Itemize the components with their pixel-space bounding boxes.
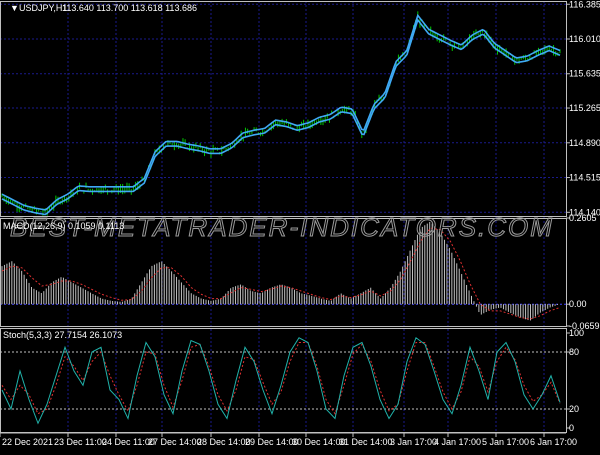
time-label: 6 Jan 17:00 — [530, 437, 577, 447]
ohlc-readout: 113.640 113.700 113.618 113.686 — [62, 3, 197, 13]
y-tick-label: 20 — [569, 404, 579, 414]
time-label: 4 Jan 17:00 — [434, 437, 481, 447]
y-tick-label: 0.2605 — [569, 213, 597, 223]
time-label: 30 Dec 14:00 — [292, 437, 346, 447]
panel-frame — [0, 1, 567, 217]
time-label: 3 Jan 17:00 — [390, 437, 437, 447]
stoch-label: Stoch(5,3,3) 27.7154 26.1073 — [3, 330, 122, 340]
y-tick-label: 114.890 — [569, 138, 600, 148]
macd-label: MACD(12,26,9) 0.1059 0.1113 — [3, 221, 124, 231]
y-tick-label: 116.010 — [569, 34, 600, 44]
symbol-label: USDJPY,H1 — [19, 3, 67, 13]
time-label: 28 Dec 14:00 — [197, 437, 251, 447]
y-tick-label: 0.00 — [569, 299, 587, 309]
time-label: 29 Dec 14:00 — [245, 437, 299, 447]
stoch-signal-line — [1, 342, 561, 415]
y-tick-label: 116.385 — [569, 0, 600, 9]
time-label: 22 Dec 2021 — [2, 437, 53, 447]
stoch-main-line — [1, 336, 561, 425]
time-label: 27 Dec 14:00 — [148, 437, 202, 447]
time-label: 23 Dec 11:00 — [54, 437, 107, 447]
price-panel[interactable] — [1, 11, 561, 216]
y-tick-label: 115.635 — [569, 69, 600, 79]
time-label: 24 Dec 11:00 — [102, 437, 155, 447]
y-tick-label: 100 — [569, 328, 584, 338]
time-label: 5 Jan 17:00 — [482, 437, 529, 447]
y-tick-label: 0 — [569, 423, 574, 433]
y-tick-label: 115.265 — [569, 103, 600, 113]
time-label: 31 Dec 14:00 — [339, 437, 393, 447]
y-tick-label: 114.515 — [569, 173, 600, 183]
chart-window[interactable]: 22 Dec 2021 23 Dec 11:0024 Dec 11:0027 De… — [0, 0, 600, 450]
stoch-panel[interactable] — [0, 336, 566, 425]
y-tick-label: 80 — [569, 347, 579, 357]
symbol-caret-icon[interactable]: ▼ — [10, 3, 19, 13]
band-line — [1, 13, 561, 211]
